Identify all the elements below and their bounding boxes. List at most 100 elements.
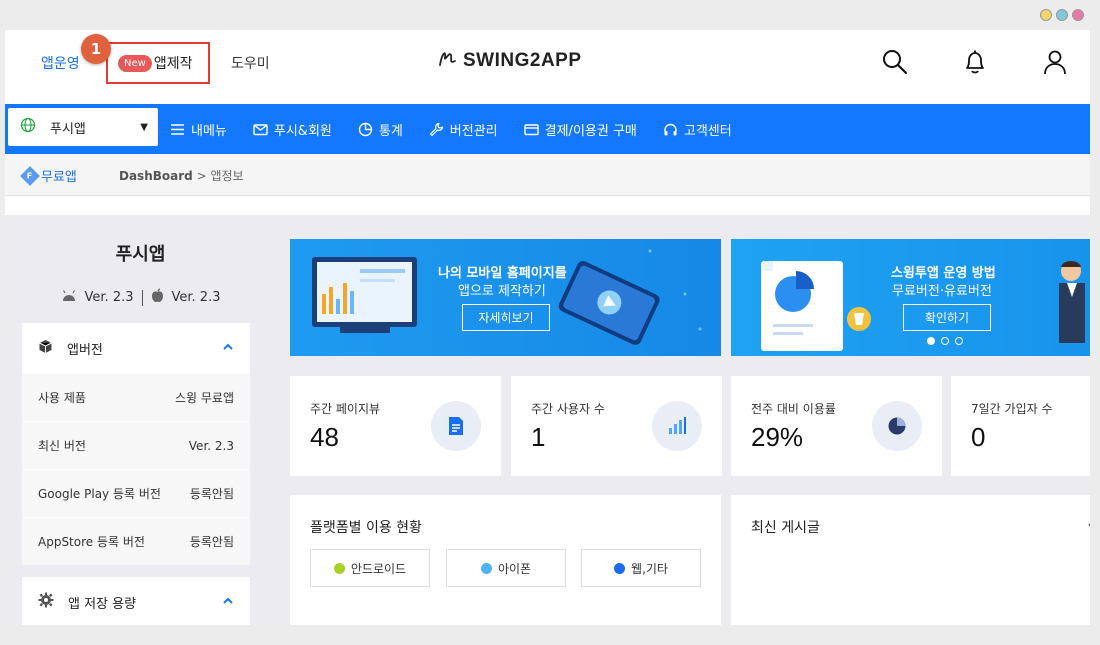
menu-item-push-members[interactable]: 푸시&회원 bbox=[253, 120, 332, 139]
menu-item-label: 푸시&회원 bbox=[273, 123, 332, 139]
platform-usage-panel: 플랫폼별 이용 현황 안드로이드 아이폰 웹,기타 bbox=[290, 495, 721, 625]
window-minimize-button[interactable] bbox=[1040, 9, 1052, 21]
new-badge: New bbox=[118, 54, 152, 72]
pie-chart-icon bbox=[872, 401, 922, 451]
app-select-dropdown[interactable]: 푸시앱 ▼ bbox=[8, 108, 158, 146]
free-app-badge: F 무료앱 bbox=[20, 165, 77, 186]
app-version-box: 앱버전 사용 제품 스윙 무료앱 최신 버전 Ver. 2.3 Google Pla… bbox=[22, 323, 250, 565]
chevron-up-icon[interactable] bbox=[222, 341, 234, 356]
legend-android[interactable]: 안드로이드 bbox=[310, 549, 430, 587]
menu-item-payment[interactable]: 결제/이용권 구매 bbox=[523, 120, 637, 139]
banner-operation-guide[interactable]: 스윙투앱 운영 방법 무료버전·유료버전 확인하기 bbox=[731, 239, 1090, 356]
stat-label: 주간 사용자 수 bbox=[531, 402, 605, 416]
logo[interactable]: SWING2APP bbox=[437, 48, 582, 73]
stat-label: 전주 대비 이용률 bbox=[751, 402, 836, 416]
menu-item-label: 고객센터 bbox=[683, 123, 732, 139]
nav-help[interactable]: 도우미 bbox=[231, 53, 270, 73]
banner-title: 스윙투앱 운영 방법 bbox=[891, 266, 996, 281]
banner-subtitle: 무료버전·유료버전 bbox=[892, 284, 992, 299]
logo-mark-icon bbox=[437, 48, 459, 73]
legend-dot bbox=[480, 562, 492, 574]
stat-card-weekly-usage-rate: 전주 대비 이용률 29% bbox=[731, 376, 942, 476]
app-info-sidebar: 푸시앱 Ver. 2.3 Ver. 2.3 앱버전 사용 제품 스윙 무료앱 최… bbox=[8, 215, 273, 625]
menu-item-version[interactable]: 버전관리 bbox=[429, 120, 498, 139]
chevron-left-icon[interactable]: ‹ bbox=[1087, 517, 1090, 533]
window-close-button[interactable] bbox=[1072, 9, 1084, 21]
pagination-dot[interactable] bbox=[941, 337, 949, 345]
info-row: Google Play 등록 버전 등록안됨 bbox=[22, 469, 250, 517]
banner-subtitle: 앱으로 제작하기 bbox=[458, 284, 546, 299]
window-maximize-button[interactable] bbox=[1056, 9, 1068, 21]
info-row: 최신 버전 Ver. 2.3 bbox=[22, 421, 250, 469]
search-icon[interactable] bbox=[881, 48, 909, 76]
stat-label: 주간 페이지뷰 bbox=[310, 402, 381, 416]
breadcrumb-current: 앱정보 bbox=[210, 169, 244, 183]
banner-mobile-homepage[interactable]: 나의 모바일 홈페이지를 앱으로 제작하기 자세히보기 bbox=[290, 239, 721, 356]
stat-value: 1 bbox=[531, 422, 546, 452]
stat-value: 48 bbox=[310, 422, 339, 452]
logo-text: SWING2APP bbox=[463, 49, 582, 71]
menu-item-label: 내메뉴 bbox=[191, 123, 227, 139]
app-version-header[interactable]: 앱버전 bbox=[22, 323, 250, 373]
panel-title: 최신 게시글 bbox=[751, 520, 820, 536]
bar-chart-icon bbox=[652, 401, 702, 451]
menu-item-stats[interactable]: 통계 bbox=[358, 120, 403, 139]
card-icon bbox=[523, 123, 539, 135]
breadcrumb-root[interactable]: DashBoard bbox=[119, 169, 193, 183]
legend-iphone[interactable]: 아이폰 bbox=[446, 549, 566, 587]
menu-item-label: 통계 bbox=[378, 123, 403, 139]
nav-app-create-label: 앱제작 bbox=[153, 56, 193, 72]
version-divider bbox=[141, 289, 143, 306]
platform-versions: Ver. 2.3 Ver. 2.3 bbox=[8, 288, 273, 307]
breadcrumb: DashBoard > 앱정보 bbox=[119, 167, 244, 184]
ios-version: Ver. 2.3 bbox=[171, 290, 221, 305]
bell-icon[interactable] bbox=[961, 48, 989, 76]
banner-confirm-button[interactable]: 확인하기 bbox=[903, 304, 991, 331]
pie-icon bbox=[358, 122, 373, 136]
android-version: Ver. 2.3 bbox=[84, 290, 134, 305]
mail-icon bbox=[253, 123, 268, 135]
pagination-dot-active[interactable] bbox=[927, 337, 935, 345]
nav-app-create[interactable]: New 앱제작 bbox=[106, 42, 210, 84]
headset-icon bbox=[664, 123, 677, 135]
storage-title: 앱 저장 용량 bbox=[68, 596, 137, 612]
free-app-label: 무료앱 bbox=[41, 170, 77, 185]
breadcrumb-separator: > bbox=[196, 169, 207, 183]
info-row: 사용 제품 스윙 무료앱 bbox=[22, 373, 250, 421]
info-row: AppStore 등록 버전 등록안됨 bbox=[22, 517, 250, 565]
cube-icon bbox=[38, 339, 53, 358]
chevron-up-icon[interactable] bbox=[222, 595, 234, 610]
panel-title: 플랫폼별 이용 현황 bbox=[310, 520, 422, 536]
main-menu-bar: 푸시앱 ▼ 내메뉴 푸시&회원 통계 버전관리 결제/이용권 구매 고객센터 bbox=[5, 104, 1090, 154]
document-icon bbox=[431, 401, 481, 451]
breadcrumb-bar: F 무료앱 DashBoard > 앱정보 bbox=[5, 154, 1090, 196]
app-version-title: 앱버전 bbox=[67, 342, 103, 358]
legend-web-etc[interactable]: 웹,기타 bbox=[581, 549, 701, 587]
nav-app-manage[interactable]: 앱운영 bbox=[41, 53, 80, 73]
menu-item-support[interactable]: 고객센터 bbox=[663, 120, 732, 139]
banner-pagination bbox=[927, 337, 963, 345]
android-icon bbox=[61, 289, 77, 306]
stat-label: 7일간 가입자 수 bbox=[971, 402, 1053, 416]
app-frame: 앱운영 New 앱제작 1 도우미 SWING2APP 푸시앱 ▼ 내메뉴 푸시… bbox=[5, 30, 1090, 625]
app-title: 푸시앱 bbox=[115, 244, 166, 265]
pagination-dot[interactable] bbox=[955, 337, 963, 345]
stat-card-weekly-pageviews: 주간 페이지뷰 48 bbox=[290, 376, 501, 476]
stat-card-new-signups: 7일간 가입자 수 0 bbox=[951, 376, 1090, 476]
banner-detail-button[interactable]: 자세히보기 bbox=[462, 304, 550, 331]
free-diamond-icon: F bbox=[20, 165, 40, 186]
stat-value: 0 bbox=[971, 422, 986, 452]
apple-icon bbox=[151, 288, 164, 307]
storage-header[interactable]: 앱 저장 용량 bbox=[22, 577, 250, 625]
dashboard-content: 푸시앱 Ver. 2.3 Ver. 2.3 앱버전 사용 제품 스윙 무료앱 최… bbox=[5, 215, 1090, 625]
gear-icon bbox=[38, 592, 54, 612]
legend-dot bbox=[614, 562, 626, 574]
menu-icon bbox=[171, 123, 184, 135]
app-select-label: 푸시앱 bbox=[50, 121, 86, 137]
menu-item-my-menu[interactable]: 내메뉴 bbox=[170, 120, 227, 139]
caret-down-icon: ▼ bbox=[140, 122, 148, 133]
user-icon[interactable] bbox=[1041, 48, 1069, 76]
wrench-icon bbox=[429, 122, 443, 136]
globe-icon bbox=[20, 117, 36, 137]
menu-item-label: 버전관리 bbox=[449, 123, 498, 139]
